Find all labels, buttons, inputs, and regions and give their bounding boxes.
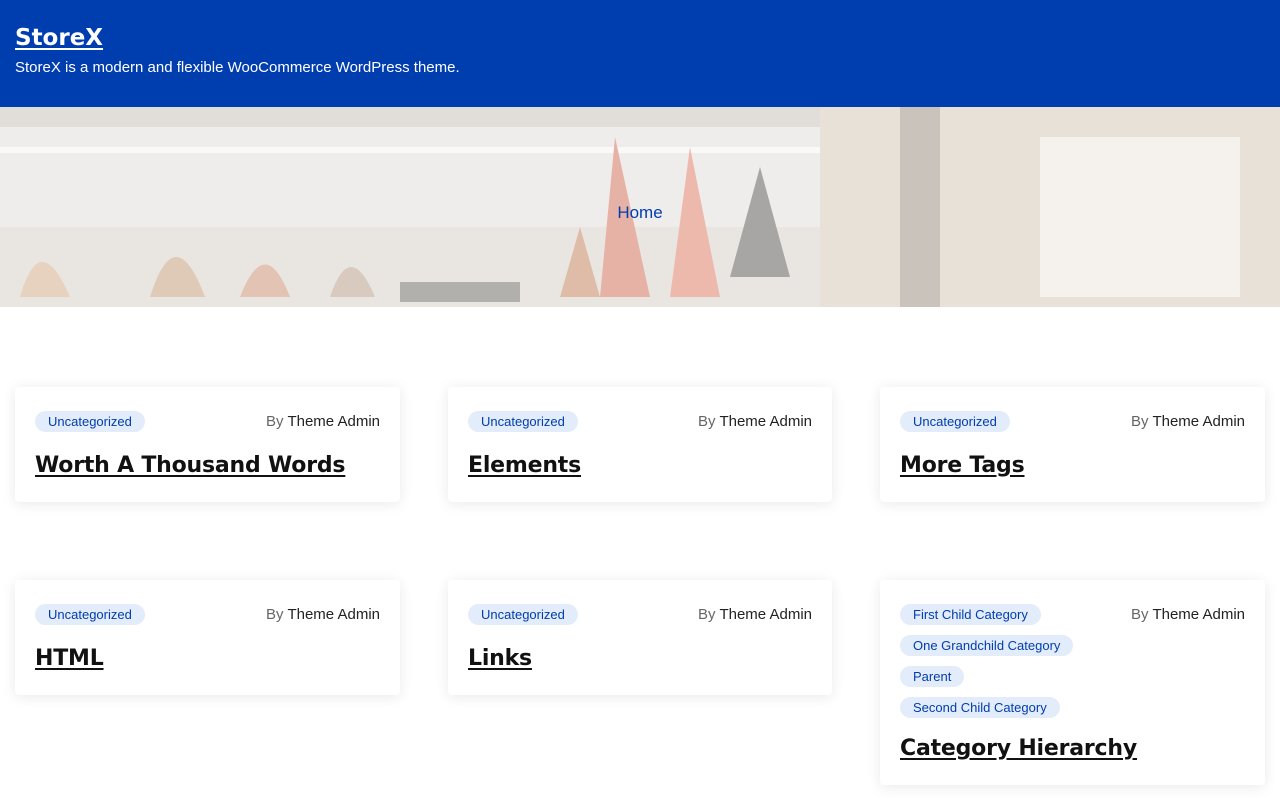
category-badge[interactable]: Uncategorized — [468, 411, 578, 432]
post-author: By Theme Admin — [266, 413, 380, 430]
post-title-link[interactable]: HTML — [35, 646, 104, 671]
author-link[interactable]: Theme Admin — [1152, 606, 1245, 623]
site-tagline: StoreX is a modern and flexible WooComme… — [15, 59, 460, 76]
breadcrumb-home-link[interactable]: Home — [0, 203, 1280, 223]
post-author: By Theme Admin — [698, 413, 812, 430]
post-card: First Child Category One Grandchild Cate… — [880, 580, 1265, 785]
post-author: By Theme Admin — [698, 606, 812, 623]
post-card: Uncategorized By Theme Admin Elements — [448, 387, 832, 502]
hero-banner: Home — [0, 107, 1280, 307]
by-label: By — [1131, 413, 1149, 430]
author-link[interactable]: Theme Admin — [287, 606, 380, 623]
by-label: By — [698, 413, 716, 430]
category-badge[interactable]: Second Child Category — [900, 697, 1060, 718]
author-link[interactable]: Theme Admin — [287, 413, 380, 430]
author-link[interactable]: Theme Admin — [719, 606, 812, 623]
post-card: Uncategorized By Theme Admin Worth A Tho… — [15, 387, 400, 502]
site-header: StoreX StoreX is a modern and flexible W… — [0, 0, 1280, 107]
post-categories: Uncategorized — [35, 411, 145, 432]
by-label: By — [1131, 606, 1149, 623]
by-label: By — [266, 606, 284, 623]
by-label: By — [698, 606, 716, 623]
by-label: By — [266, 413, 284, 430]
post-title-link[interactable]: Category Hierarchy — [900, 736, 1137, 761]
post-title-link[interactable]: Worth A Thousand Words — [35, 453, 346, 478]
post-author: By Theme Admin — [1131, 413, 1245, 430]
post-title-link[interactable]: Elements — [468, 453, 581, 478]
author-link[interactable]: Theme Admin — [1152, 413, 1245, 430]
category-badge[interactable]: Parent — [900, 666, 965, 687]
post-title-link[interactable]: Links — [468, 646, 532, 671]
post-title-link[interactable]: More Tags — [900, 453, 1025, 478]
category-badge[interactable]: Uncategorized — [35, 604, 145, 625]
post-card: Uncategorized By Theme Admin More Tags — [880, 387, 1265, 502]
category-badge[interactable]: Uncategorized — [468, 604, 578, 625]
category-badge[interactable]: First Child Category — [900, 604, 1041, 625]
post-categories: Uncategorized — [468, 604, 578, 625]
author-link[interactable]: Theme Admin — [719, 413, 812, 430]
category-badge[interactable]: Uncategorized — [35, 411, 145, 432]
post-author: By Theme Admin — [266, 606, 380, 623]
post-categories: First Child Category One Grandchild Cate… — [900, 604, 1074, 718]
site-title-link[interactable]: StoreX — [15, 25, 103, 51]
post-card: Uncategorized By Theme Admin Links — [448, 580, 832, 695]
post-card: Uncategorized By Theme Admin HTML — [15, 580, 400, 695]
category-badge[interactable]: One Grandchild Category — [900, 635, 1074, 656]
post-categories: Uncategorized — [35, 604, 145, 625]
post-categories: Uncategorized — [468, 411, 578, 432]
category-badge[interactable]: Uncategorized — [900, 411, 1010, 432]
post-author: By Theme Admin — [1131, 606, 1245, 623]
post-categories: Uncategorized — [900, 411, 1010, 432]
